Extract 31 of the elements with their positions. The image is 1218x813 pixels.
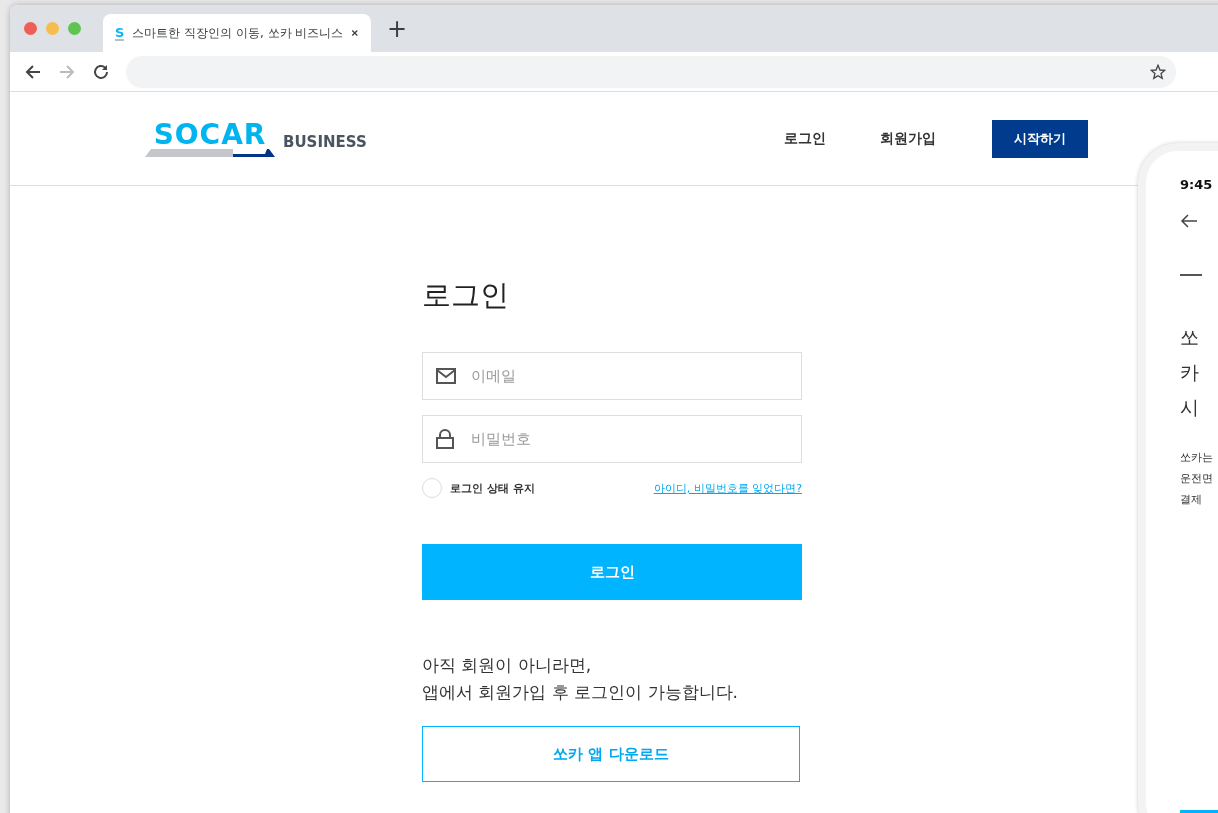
remember-label: 로그인 상태 유지 bbox=[450, 480, 535, 496]
phone-heading-text: 시 bbox=[1180, 395, 1200, 420]
minimize-window-dot[interactable] bbox=[46, 22, 59, 35]
nav-link[interactable]: 회원가입 bbox=[880, 129, 936, 148]
remember-checkbox[interactable] bbox=[422, 478, 442, 498]
back-arrow-icon bbox=[1180, 214, 1198, 228]
favicon: S bbox=[115, 25, 125, 41]
start-button[interactable]: 시작하기 bbox=[992, 119, 1088, 158]
maximize-window-dot[interactable] bbox=[68, 22, 81, 35]
forward-arrow-icon[interactable] bbox=[58, 62, 76, 81]
phone-heading-text: 쏘 bbox=[1180, 325, 1200, 350]
signup-notice: 아직 회원이 아니라면, 앱에서 회원가입 후 로그인이 가능합니다. bbox=[422, 654, 740, 704]
back-arrow-icon[interactable] bbox=[24, 62, 42, 81]
email-field[interactable]: 이메일 bbox=[422, 352, 802, 400]
browser-tab[interactable]: S 스마트한 직장인의 이동, 쏘카 비즈니스 bbox=[103, 14, 371, 52]
nav-link[interactable]: 로그인 bbox=[784, 129, 826, 148]
phone-body-text: 결제 bbox=[1180, 492, 1203, 508]
logo-suffix: BUSINESS bbox=[283, 132, 367, 151]
phone-body-text: 운전면 bbox=[1180, 471, 1214, 487]
page-title: 로그인 bbox=[422, 277, 510, 314]
status-time: 9:45 bbox=[1180, 177, 1214, 192]
tab-title: 스마트한 직장인의 이동, 쏘카 비즈니스 bbox=[132, 24, 344, 42]
reload-icon[interactable] bbox=[92, 62, 110, 81]
phone-body-text: 쏘카는 bbox=[1180, 450, 1214, 466]
password-field[interactable]: 비밀번호 bbox=[422, 415, 802, 463]
new-tab-button[interactable]: + bbox=[387, 14, 408, 43]
address-bar[interactable] bbox=[126, 55, 1176, 88]
close-window-dot[interactable] bbox=[24, 22, 37, 35]
phone-heading-text: 카 bbox=[1180, 360, 1200, 385]
close-icon bbox=[351, 27, 359, 39]
star-icon bbox=[1150, 63, 1166, 80]
